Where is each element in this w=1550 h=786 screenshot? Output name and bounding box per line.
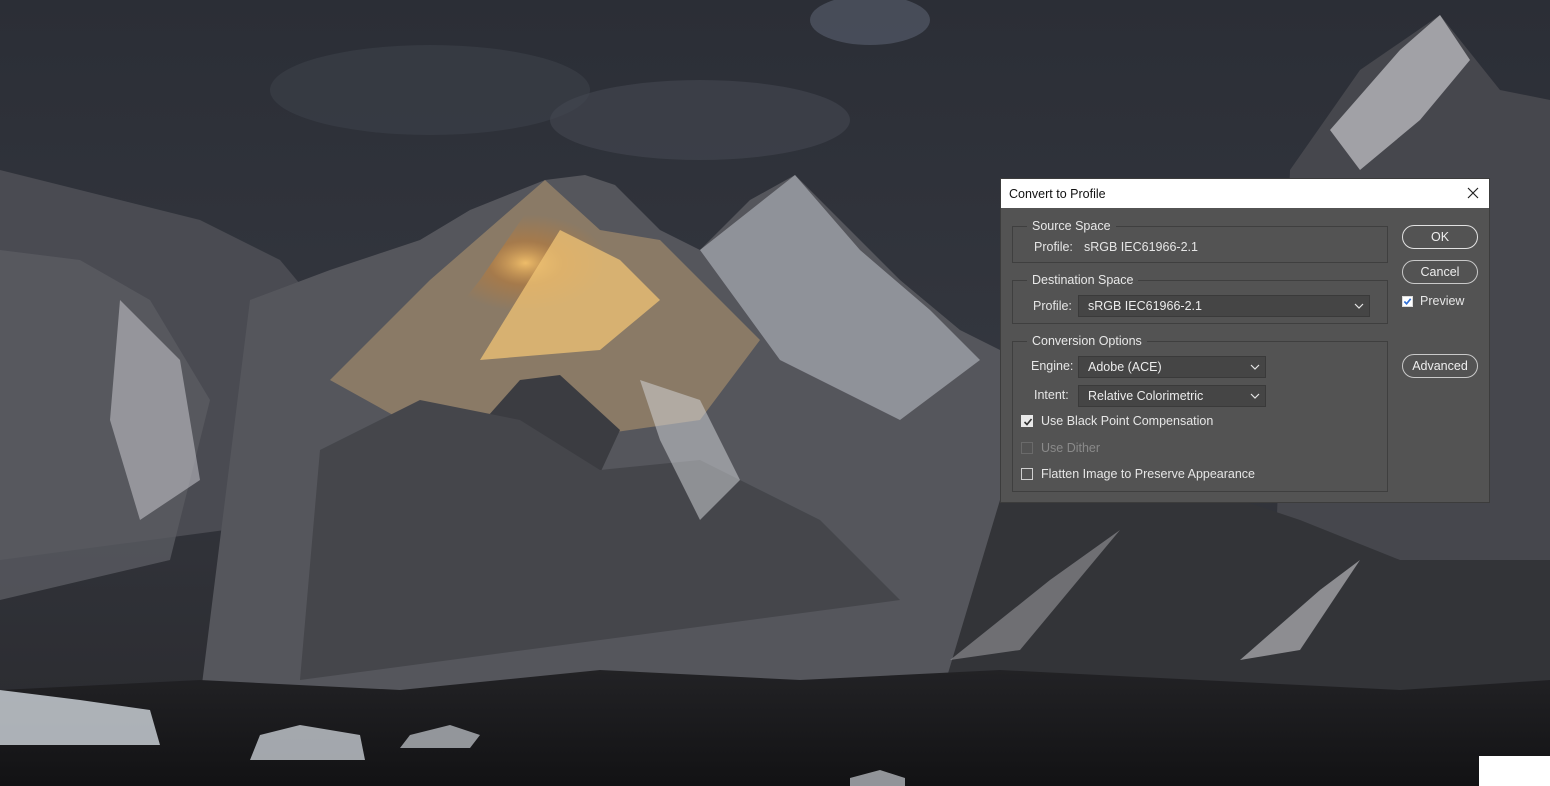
use-dither-label: Use Dither bbox=[1041, 441, 1101, 455]
chevron-down-icon bbox=[1250, 364, 1260, 370]
preview-label: Preview bbox=[1420, 294, 1465, 308]
destination-profile-label: Profile: bbox=[1033, 299, 1072, 313]
conversion-options-label: Conversion Options bbox=[1027, 334, 1147, 348]
use-dither-checkbox bbox=[1021, 442, 1033, 454]
cancel-button[interactable]: Cancel bbox=[1402, 260, 1478, 284]
canvas-corner bbox=[1479, 756, 1550, 786]
destination-profile-value: sRGB IEC61966-2.1 bbox=[1088, 299, 1202, 313]
dialog-titlebar[interactable]: Convert to Profile bbox=[1001, 179, 1489, 208]
black-point-label: Use Black Point Compensation bbox=[1041, 414, 1214, 428]
source-space-label: Source Space bbox=[1027, 219, 1116, 233]
engine-value: Adobe (ACE) bbox=[1088, 360, 1162, 374]
advanced-button[interactable]: Advanced bbox=[1402, 354, 1478, 378]
flatten-image-checkbox[interactable] bbox=[1021, 468, 1033, 480]
destination-space-label: Destination Space bbox=[1027, 273, 1139, 287]
convert-to-profile-dialog: Convert to Profile Source Space Profile:… bbox=[1000, 178, 1490, 503]
conversion-options-group: Conversion Options Engine: Adobe (ACE) I… bbox=[1012, 334, 1388, 492]
preview-checkbox[interactable] bbox=[1402, 296, 1413, 307]
destination-space-group: Destination Space Profile: sRGB IEC61966… bbox=[1012, 273, 1388, 324]
engine-select[interactable]: Adobe (ACE) bbox=[1078, 356, 1266, 378]
ok-button[interactable]: OK bbox=[1402, 225, 1478, 249]
close-button[interactable] bbox=[1463, 183, 1483, 203]
chevron-down-icon bbox=[1250, 393, 1260, 399]
black-point-checkbox[interactable] bbox=[1021, 415, 1033, 427]
chevron-down-icon bbox=[1354, 303, 1364, 309]
source-space-group: Source Space Profile: sRGB IEC61966-2.1 bbox=[1012, 219, 1388, 263]
engine-label: Engine: bbox=[1031, 359, 1074, 373]
checkmark-icon bbox=[1403, 298, 1412, 305]
close-icon bbox=[1467, 187, 1479, 199]
source-profile-label: Profile: bbox=[1034, 240, 1073, 254]
destination-profile-select[interactable]: sRGB IEC61966-2.1 bbox=[1078, 295, 1370, 317]
intent-label: Intent: bbox=[1034, 388, 1069, 402]
intent-select[interactable]: Relative Colorimetric bbox=[1078, 385, 1266, 407]
flatten-image-label: Flatten Image to Preserve Appearance bbox=[1041, 467, 1256, 481]
checkmark-icon bbox=[1023, 418, 1033, 426]
source-profile-value: sRGB IEC61966-2.1 bbox=[1084, 240, 1198, 254]
intent-value: Relative Colorimetric bbox=[1088, 389, 1204, 403]
dialog-title: Convert to Profile bbox=[1009, 187, 1106, 201]
